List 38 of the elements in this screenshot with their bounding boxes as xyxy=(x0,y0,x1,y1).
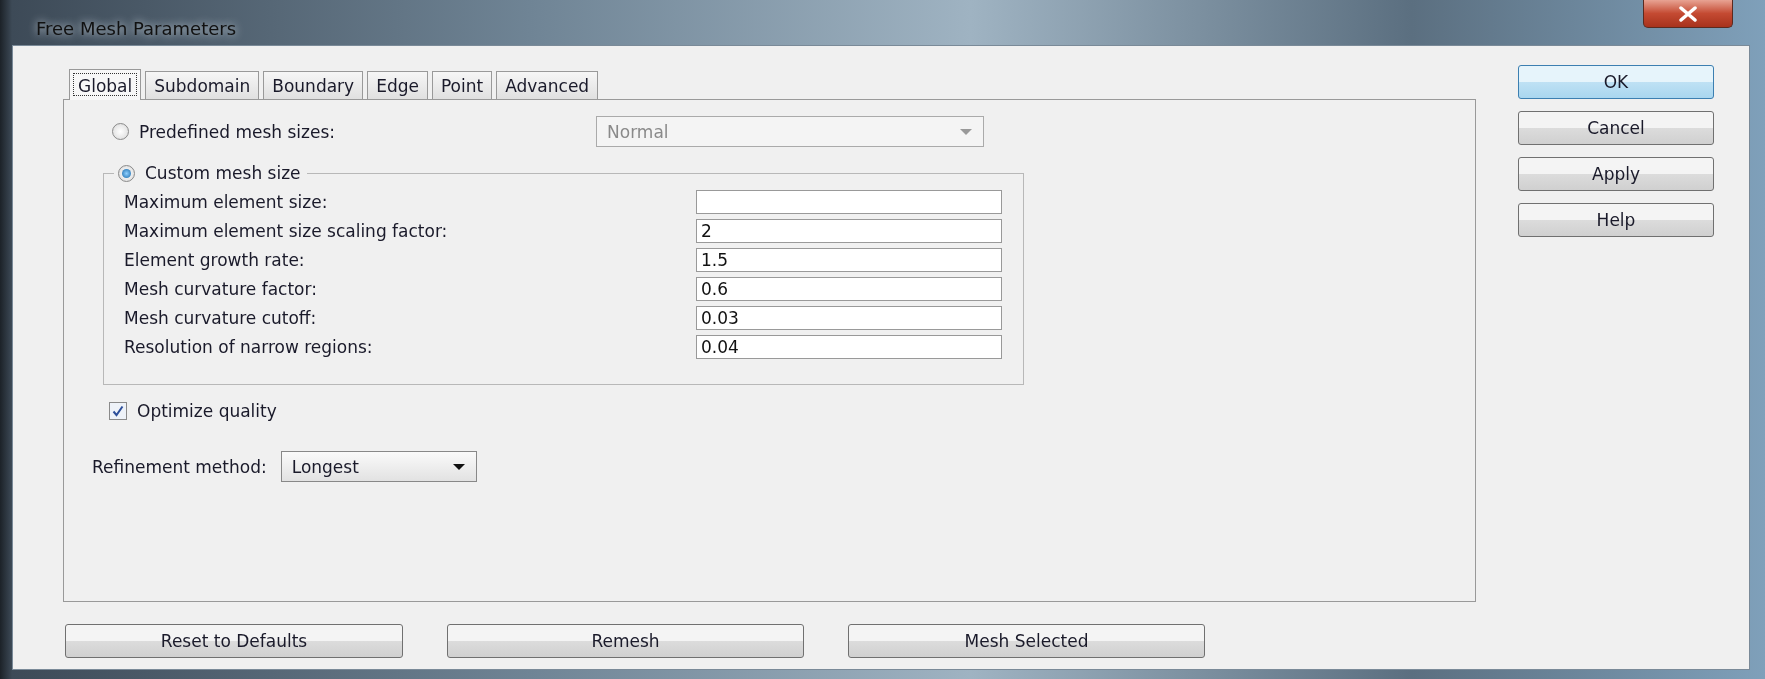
caret-icon xyxy=(959,127,973,136)
refinement-dropdown[interactable]: Longest xyxy=(280,451,477,482)
tab[interactable]: Point xyxy=(431,71,493,99)
action-button[interactable]: Mesh Selected xyxy=(848,624,1205,658)
tab[interactable]: Advanced xyxy=(496,71,599,99)
input-field[interactable]: 0.6 xyxy=(696,276,1002,301)
action-button[interactable]: Remesh xyxy=(447,624,804,658)
tab[interactable]: Subdomain xyxy=(145,71,260,99)
tab[interactable]: Edge xyxy=(367,71,428,99)
field-label: Mesh curvature cutoff: xyxy=(124,307,318,328)
input-field[interactable]: 0.04 xyxy=(696,334,1002,359)
close-icon xyxy=(1677,5,1699,22)
dialog-button[interactable]: Help xyxy=(1518,203,1714,237)
input-field[interactable] xyxy=(696,189,1002,214)
dialog-button[interactable]: Apply xyxy=(1518,157,1714,191)
refinement-label: Refinement method: xyxy=(92,456,267,477)
field-label: Maximum element size: xyxy=(124,191,329,212)
dialog-button[interactable]: Cancel xyxy=(1518,111,1714,145)
dialog-button[interactable]: OK xyxy=(1518,65,1714,99)
caret-icon xyxy=(451,462,466,471)
checkbox-label: Optimize quality xyxy=(137,401,277,421)
input-field[interactable]: 0.03 xyxy=(696,305,1002,330)
radio-label: Custom mesh size xyxy=(145,163,301,183)
input-field[interactable]: 1.5 xyxy=(696,247,1002,272)
window-title: Free Mesh Parameters xyxy=(35,17,237,39)
close-button[interactable] xyxy=(1643,0,1733,28)
field-label: Resolution of narrow regions: xyxy=(124,336,374,357)
field-label: Element growth rate: xyxy=(124,249,306,270)
tab[interactable]: Boundary xyxy=(263,71,364,99)
field-label: Maximum element size scaling factor: xyxy=(124,220,449,241)
input-field[interactable]: 2 xyxy=(696,218,1002,243)
field-label: Mesh curvature factor: xyxy=(124,278,318,299)
tab[interactable]: Global xyxy=(69,69,142,100)
radio-label: Predefined mesh sizes: xyxy=(139,121,335,142)
action-button[interactable]: Reset to Defaults xyxy=(65,624,403,658)
checkbox[interactable] xyxy=(109,402,127,420)
checkmark-icon xyxy=(112,405,124,417)
radio-button[interactable] xyxy=(118,164,135,182)
